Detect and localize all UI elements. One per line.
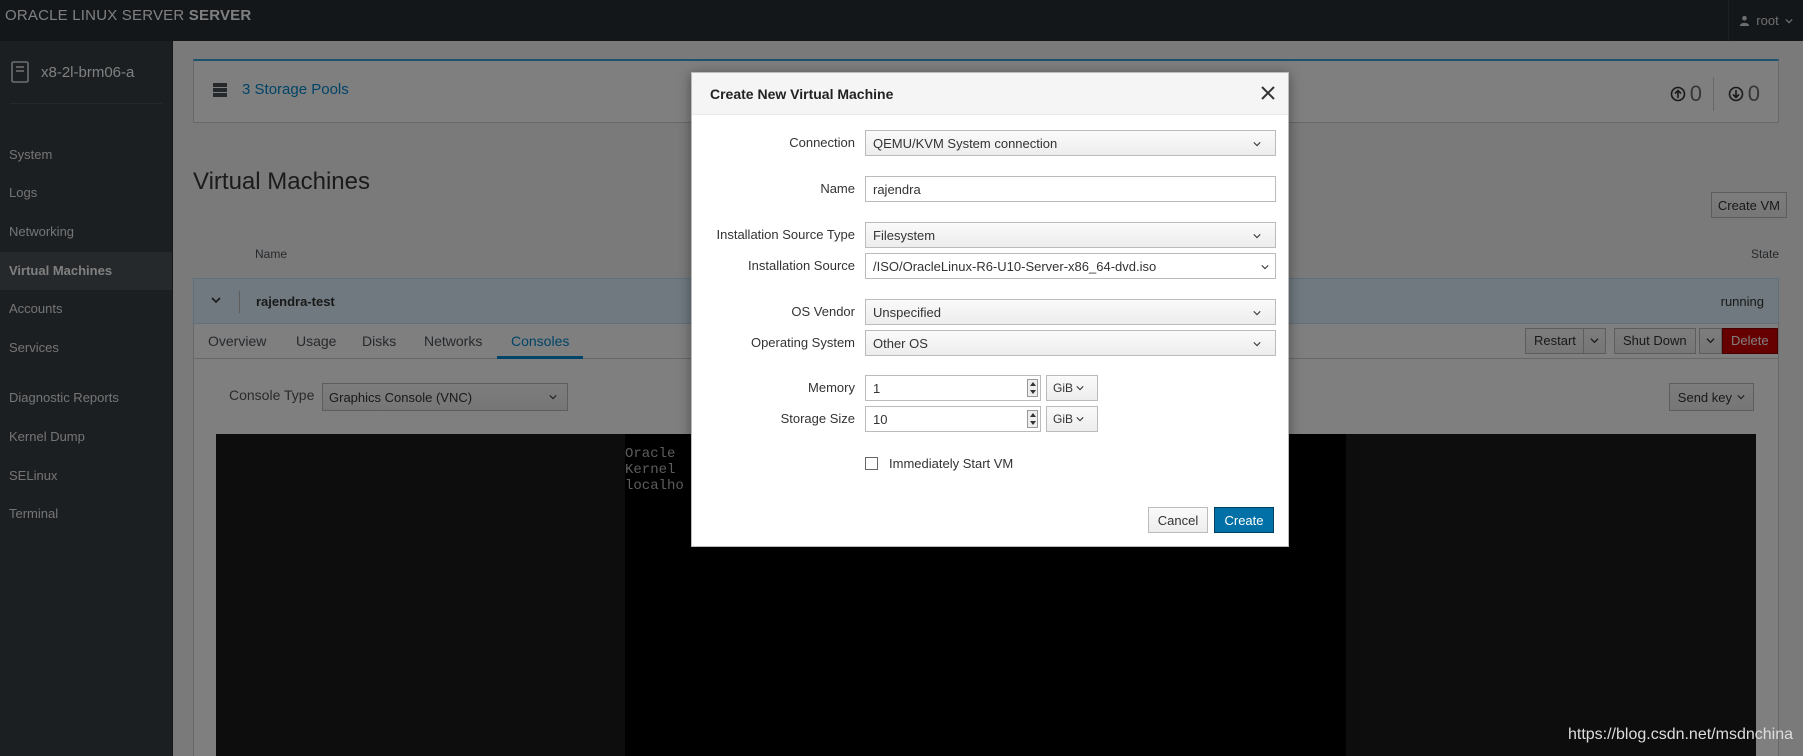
chevron-down-icon	[1253, 142, 1261, 147]
create-button[interactable]: Create	[1214, 507, 1274, 533]
memory-spinner[interactable]	[1027, 379, 1038, 397]
memory-input[interactable]: 1	[865, 375, 1041, 401]
memory-unit-select[interactable]: GiB	[1046, 375, 1098, 401]
name-input[interactable]: rajendra	[865, 176, 1276, 202]
os-vendor-label: OS Vendor	[791, 304, 855, 319]
watermark-text: https://blog.csdn.net/msdnchina	[1567, 726, 1793, 743]
memory-value: 1	[873, 380, 881, 396]
storage-size-label: Storage Size	[780, 411, 855, 426]
source-value: /ISO/OracleLinux-R6-U10-Server-x86_64-dv…	[873, 258, 1157, 274]
memory-unit: GiB	[1053, 381, 1074, 395]
dialog-title: Create New Virtual Machine	[710, 86, 894, 102]
dialog-header: Create New Virtual Machine	[692, 73, 1288, 115]
chevron-down-icon[interactable]	[1261, 263, 1269, 271]
memory-label: Memory	[808, 380, 855, 395]
create-vm-dialog: Create New Virtual Machine Connection QE…	[691, 72, 1289, 547]
chevron-down-icon	[1253, 234, 1261, 239]
source-type-value: Filesystem	[873, 227, 936, 243]
source-type-select[interactable]: Filesystem	[865, 222, 1276, 248]
start-vm-label[interactable]: Immediately Start VM	[889, 456, 1013, 471]
chevron-down-icon	[1253, 342, 1261, 347]
connection-value: QEMU/KVM System connection	[873, 135, 1058, 151]
connection-label: Connection	[789, 135, 855, 150]
os-label: Operating System	[750, 335, 855, 350]
source-label: Installation Source	[748, 258, 855, 273]
os-value: Other OS	[873, 335, 928, 351]
storage-unit: GiB	[1053, 412, 1074, 426]
source-combobox[interactable]: /ISO/OracleLinux-R6-U10-Server-x86_64-dv…	[865, 253, 1276, 279]
source-type-label: Installation Source Type	[716, 227, 855, 242]
chevron-down-icon	[1076, 386, 1084, 391]
os-select[interactable]: Other OS	[865, 330, 1276, 356]
connection-select[interactable]: QEMU/KVM System connection	[865, 130, 1276, 156]
storage-unit-select[interactable]: GiB	[1046, 406, 1098, 432]
chevron-down-icon	[1076, 417, 1084, 422]
storage-size-value: 10	[873, 411, 888, 427]
name-label: Name	[820, 181, 855, 196]
storage-spinner[interactable]	[1027, 410, 1038, 428]
os-vendor-select[interactable]: Unspecified	[865, 299, 1276, 325]
storage-size-input[interactable]: 10	[865, 406, 1041, 432]
chevron-down-icon	[1253, 311, 1261, 316]
cancel-button[interactable]: Cancel	[1148, 507, 1208, 533]
start-vm-checkbox[interactable]	[865, 457, 878, 470]
close-icon[interactable]	[1260, 85, 1276, 101]
os-vendor-value: Unspecified	[873, 304, 941, 320]
